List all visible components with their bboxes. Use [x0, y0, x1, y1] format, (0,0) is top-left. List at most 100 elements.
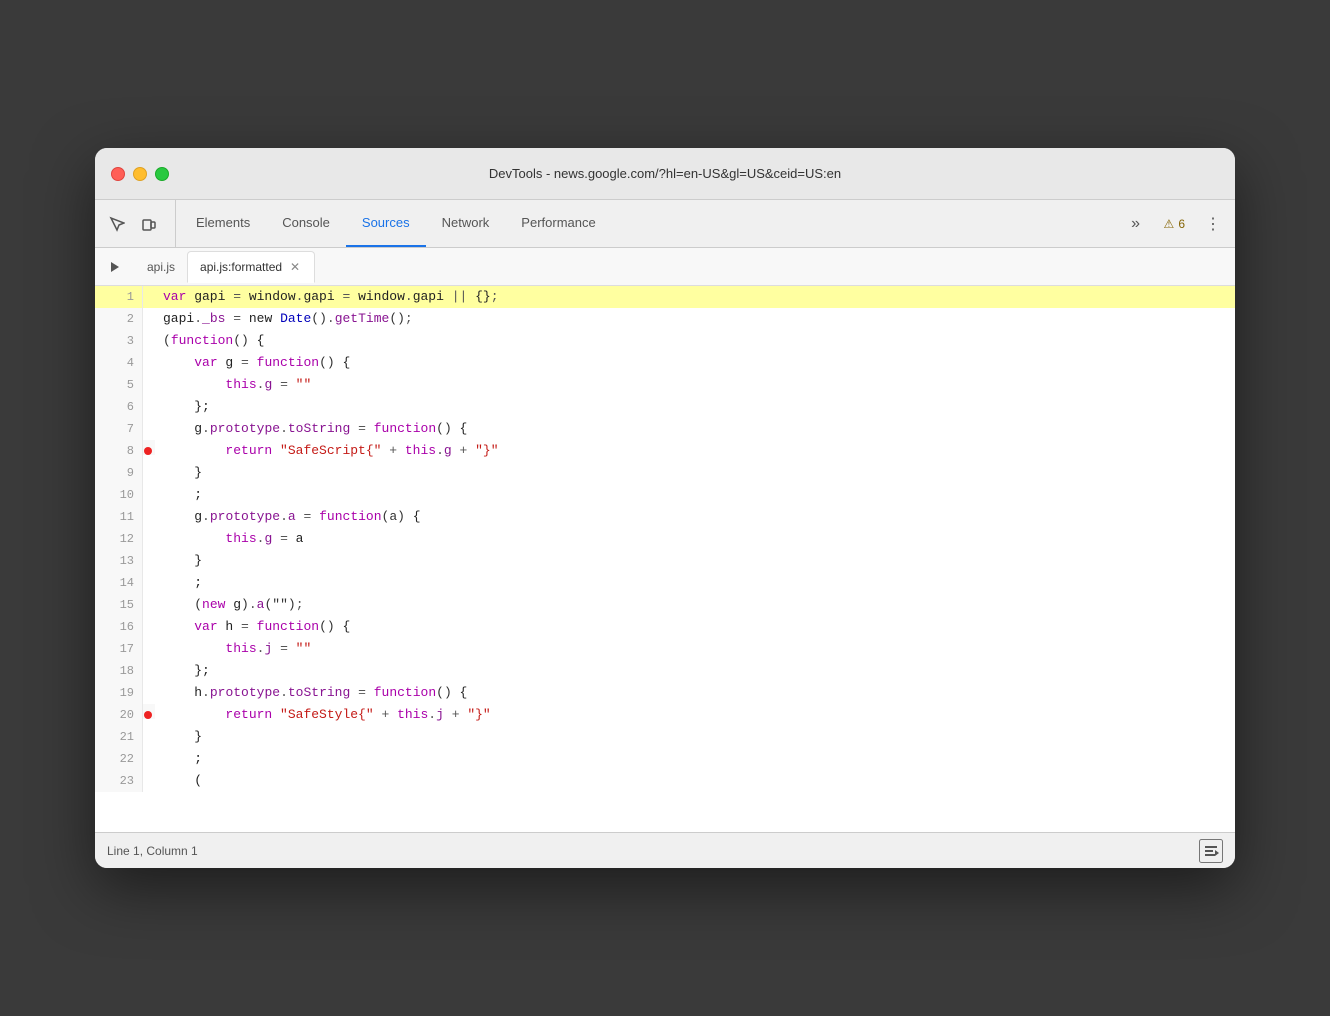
- line-number: 20: [95, 704, 143, 726]
- line-number: 3: [95, 330, 143, 352]
- code-line: 12 this.g = a: [95, 528, 1235, 550]
- line-number: 17: [95, 638, 143, 660]
- line-content: (: [155, 770, 1235, 792]
- device-toggle-icon[interactable]: [135, 210, 163, 238]
- line-number: 19: [95, 682, 143, 704]
- close-button[interactable]: [111, 167, 125, 181]
- code-line: 15 (new g).a("");: [95, 594, 1235, 616]
- line-number: 8: [95, 440, 143, 462]
- traffic-lights: [111, 167, 169, 181]
- line-content: };: [155, 396, 1235, 418]
- line-number: 14: [95, 572, 143, 594]
- toolbar-right: » ⚠ 6 ⋮: [1114, 200, 1227, 247]
- line-content: this.g = "": [155, 374, 1235, 396]
- code-line: 9 }: [95, 462, 1235, 484]
- line-content: (new g).a("");: [155, 594, 1235, 616]
- tab-console[interactable]: Console: [266, 200, 346, 247]
- file-tab-close-button[interactable]: ✕: [288, 260, 302, 274]
- code-line: 5 this.g = "": [95, 374, 1235, 396]
- file-tab-api-js-formatted[interactable]: api.js:formatted ✕: [187, 251, 315, 283]
- code-line: 6 };: [95, 396, 1235, 418]
- tab-performance[interactable]: Performance: [505, 200, 611, 247]
- code-line: 18 };: [95, 660, 1235, 682]
- code-line: 16 var h = function() {: [95, 616, 1235, 638]
- code-line: 22 ;: [95, 748, 1235, 770]
- maximize-button[interactable]: [155, 167, 169, 181]
- breakpoint-dot[interactable]: [144, 447, 152, 455]
- menu-button[interactable]: ⋮: [1199, 210, 1227, 238]
- code-line: 11 g.prototype.a = function(a) {: [95, 506, 1235, 528]
- line-content: var h = function() {: [155, 616, 1235, 638]
- minimize-button[interactable]: [133, 167, 147, 181]
- line-content: }: [155, 550, 1235, 572]
- more-tabs-button[interactable]: »: [1122, 210, 1150, 238]
- code-line: 4 var g = function() {: [95, 352, 1235, 374]
- line-content: }: [155, 726, 1235, 748]
- line-number: 23: [95, 770, 143, 792]
- code-line: 2gapi._bs = new Date().getTime();: [95, 308, 1235, 330]
- line-content: return "SafeStyle{" + this.j + "}": [155, 704, 1235, 726]
- line-gutter: [143, 440, 155, 455]
- toolbar-tabs: Elements Console Sources Network Perform…: [180, 200, 1114, 247]
- inspect-icon[interactable]: [103, 210, 131, 238]
- main-area: api.js api.js:formatted ✕ 1var gapi = wi…: [95, 248, 1235, 868]
- status-bar-right: [1199, 839, 1223, 863]
- line-content: ;: [155, 484, 1235, 506]
- code-line: 23 (: [95, 770, 1235, 792]
- code-line: 8 return "SafeScript{" + this.g + "}": [95, 440, 1235, 462]
- line-number: 22: [95, 748, 143, 770]
- line-number: 15: [95, 594, 143, 616]
- code-editor[interactable]: 1var gapi = window.gapi = window.gapi ||…: [95, 286, 1235, 832]
- title-bar: DevTools - news.google.com/?hl=en-US&gl=…: [95, 148, 1235, 200]
- line-number: 4: [95, 352, 143, 374]
- code-line: 1var gapi = window.gapi = window.gapi ||…: [95, 286, 1235, 308]
- code-line: 10 ;: [95, 484, 1235, 506]
- line-number: 18: [95, 660, 143, 682]
- file-tab-api-js[interactable]: api.js: [135, 251, 187, 283]
- window-title: DevTools - news.google.com/?hl=en-US&gl=…: [489, 166, 841, 181]
- line-content: gapi._bs = new Date().getTime();: [155, 308, 1235, 330]
- warning-count: 6: [1178, 217, 1185, 231]
- line-content: h.prototype.toString = function() {: [155, 682, 1235, 704]
- line-content: ;: [155, 572, 1235, 594]
- line-number: 6: [95, 396, 143, 418]
- line-gutter: [143, 704, 155, 719]
- devtools-toolbar: Elements Console Sources Network Perform…: [95, 200, 1235, 248]
- line-content: g.prototype.toString = function() {: [155, 418, 1235, 440]
- file-tab-label: api.js:formatted: [200, 260, 282, 274]
- line-content: this.j = "": [155, 638, 1235, 660]
- line-content: return "SafeScript{" + this.g + "}": [155, 440, 1235, 462]
- line-content: ;: [155, 748, 1235, 770]
- line-number: 21: [95, 726, 143, 748]
- line-number: 7: [95, 418, 143, 440]
- line-number: 13: [95, 550, 143, 572]
- line-content: var g = function() {: [155, 352, 1235, 374]
- tab-elements[interactable]: Elements: [180, 200, 266, 247]
- line-number: 10: [95, 484, 143, 506]
- line-number: 9: [95, 462, 143, 484]
- warning-badge[interactable]: ⚠ 6: [1158, 215, 1191, 233]
- run-snippets-button[interactable]: [103, 255, 127, 279]
- line-content: this.g = a: [155, 528, 1235, 550]
- warning-icon: ⚠: [1164, 217, 1175, 231]
- line-content: };: [155, 660, 1235, 682]
- toolbar-icons: [103, 200, 176, 247]
- breakpoint-dot[interactable]: [144, 711, 152, 719]
- code-line: 14 ;: [95, 572, 1235, 594]
- line-content: (function() {: [155, 330, 1235, 352]
- line-number: 5: [95, 374, 143, 396]
- devtools-window: DevTools - news.google.com/?hl=en-US&gl=…: [95, 148, 1235, 868]
- code-line: 21 }: [95, 726, 1235, 748]
- line-content: g.prototype.a = function(a) {: [155, 506, 1235, 528]
- line-content: }: [155, 462, 1235, 484]
- line-number: 16: [95, 616, 143, 638]
- tab-sources[interactable]: Sources: [346, 200, 426, 247]
- line-number: 12: [95, 528, 143, 550]
- code-content: 1var gapi = window.gapi = window.gapi ||…: [95, 286, 1235, 806]
- tab-network[interactable]: Network: [426, 200, 506, 247]
- line-content: var gapi = window.gapi = window.gapi || …: [155, 286, 1235, 308]
- cursor-position: Line 1, Column 1: [107, 844, 198, 858]
- code-line: 17 this.j = "": [95, 638, 1235, 660]
- line-number: 11: [95, 506, 143, 528]
- format-button[interactable]: [1199, 839, 1223, 863]
